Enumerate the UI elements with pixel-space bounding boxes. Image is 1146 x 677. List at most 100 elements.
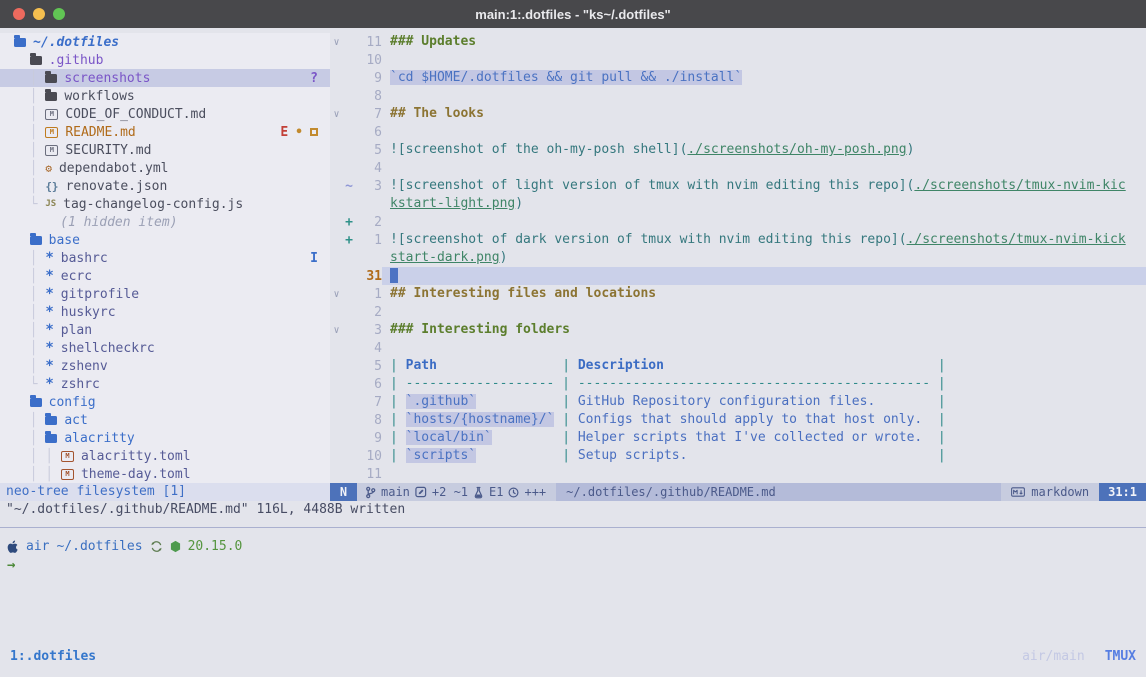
tree-item-label: gitprofile xyxy=(61,287,139,302)
tree-item-gitprofile[interactable]: │ *gitprofile xyxy=(0,285,330,303)
line-text: ## The looks xyxy=(382,105,1146,123)
indent-guide xyxy=(14,53,30,68)
indent-guide: │ │ xyxy=(14,467,61,482)
editor-line[interactable]: 8| `hosts/{hostname}/` | Configs that sh… xyxy=(330,411,1146,429)
editor-line[interactable]: 5| Path | Description | xyxy=(330,357,1146,375)
line-text xyxy=(382,51,1146,69)
tree-item--github[interactable]: .github xyxy=(0,51,330,69)
editor-line[interactable]: 9`cd $HOME/.dotfiles && git pull && ./in… xyxy=(330,69,1146,87)
indent-guide xyxy=(14,233,30,248)
tree-item-label: workflows xyxy=(64,89,134,104)
editor-line[interactable]: 31 xyxy=(330,267,1146,285)
prompt-arrow[interactable]: → xyxy=(7,556,1146,575)
tree-item-label: plan xyxy=(61,323,92,338)
file-diff-icon xyxy=(415,486,427,498)
terminal-content: ~/.dotfiles .github │ screenshots? │ wor… xyxy=(0,28,1146,677)
statusline-filepath: ~/.dotfiles/.github/README.md xyxy=(556,483,1001,501)
apple-icon xyxy=(7,540,19,554)
tree-item--dotfiles[interactable]: ~/.dotfiles xyxy=(0,33,330,51)
tree-item-label: CODE_OF_CONDUCT.md xyxy=(65,107,206,122)
tree-item-alacritty-toml[interactable]: │ │ Malacritty.toml xyxy=(0,447,330,465)
editor-line[interactable]: 11 xyxy=(330,465,1146,483)
tree-item-base[interactable]: base xyxy=(0,231,330,249)
tree-item-zshrc[interactable]: └ *zshrc xyxy=(0,375,330,393)
tree-item-readme-md[interactable]: │ MREADME.mdE• xyxy=(0,123,330,141)
tree-item-plan[interactable]: │ *plan xyxy=(0,321,330,339)
tree-item-screenshots[interactable]: │ screenshots? xyxy=(0,69,330,87)
line-number: 4 xyxy=(355,341,382,356)
editor-line[interactable]: ~3![screenshot of light version of tmux … xyxy=(330,177,1146,195)
shell-pane[interactable]: air ~/.dotfiles 20.15.0 → xyxy=(0,528,1146,575)
editor-line[interactable]: kstart-light.png) xyxy=(330,195,1146,213)
editor-line[interactable]: ∨11### Updates xyxy=(330,33,1146,51)
line-text xyxy=(382,303,1146,321)
editor-line[interactable]: +2 xyxy=(330,213,1146,231)
tree-item-act[interactable]: │ act xyxy=(0,411,330,429)
markdown-file-icon: M xyxy=(45,109,58,120)
tree-item-code-of-conduct-md[interactable]: │ MCODE_OF_CONDUCT.md xyxy=(0,105,330,123)
tmux-window-name[interactable]: 1:.dotfiles xyxy=(10,649,96,664)
editor-line[interactable]: 7| `.github` | GitHub Repository configu… xyxy=(330,393,1146,411)
tree-item-label: SECURITY.md xyxy=(65,143,151,158)
node-icon xyxy=(170,540,181,553)
tree-item-security-md[interactable]: │ MSECURITY.md xyxy=(0,141,330,159)
fold-chevron-icon[interactable]: ∨ xyxy=(330,109,343,120)
fold-chevron-icon[interactable]: ∨ xyxy=(330,325,343,336)
editor-lines[interactable]: ∨11### Updates109`cd $HOME/.dotfiles && … xyxy=(330,33,1146,483)
tree-item-label: README.md xyxy=(65,125,135,140)
tree-item-theme-day-toml[interactable]: │ │ Mtheme-day.toml xyxy=(0,465,330,483)
line-text: start-dark.png) xyxy=(382,249,1146,267)
line-number: 6 xyxy=(355,377,382,392)
editor-line[interactable]: 2 xyxy=(330,303,1146,321)
editor-line[interactable]: 9| `local/bin` | Helper scripts that I'v… xyxy=(330,429,1146,447)
tree-item-tag-changelog-config-js[interactable]: └ JStag-changelog-config.js xyxy=(0,195,330,213)
editor-line[interactable]: ∨1## Interesting files and locations xyxy=(330,285,1146,303)
git-sign: + xyxy=(343,233,355,248)
editor-line[interactable]: 10 xyxy=(330,51,1146,69)
editor-pane[interactable]: ∨11### Updates109`cd $HOME/.dotfiles && … xyxy=(330,33,1146,501)
tree-item-workflows[interactable]: │ workflows xyxy=(0,87,330,105)
tree-item-shellcheckrc[interactable]: │ *shellcheckrc xyxy=(0,339,330,357)
tree-item-alacritty[interactable]: │ alacritty xyxy=(0,429,330,447)
tree-item-label: .github xyxy=(49,53,104,68)
fold-chevron-icon[interactable]: ∨ xyxy=(330,37,343,48)
tree-item-label: dependabot.yml xyxy=(59,161,169,176)
indent-guide: │ xyxy=(14,305,45,320)
git-sign: ~ xyxy=(343,179,355,194)
fold-chevron-icon[interactable]: ∨ xyxy=(330,289,343,300)
editor-line[interactable]: +1![screenshot of dark version of tmux w… xyxy=(330,231,1146,249)
indent-guide: │ xyxy=(14,341,45,356)
tree-item-renovate-json[interactable]: │ {}renovate.json xyxy=(0,177,330,195)
editor-line[interactable]: ∨3### Interesting folders xyxy=(330,321,1146,339)
editor-line[interactable]: 8 xyxy=(330,87,1146,105)
git-sign: + xyxy=(343,215,355,230)
editor-line[interactable]: 4 xyxy=(330,159,1146,177)
branch-name: main xyxy=(381,483,410,501)
tree-item-bashrc[interactable]: │ *bashrcI xyxy=(0,249,330,267)
indent-guide: └ xyxy=(14,197,45,212)
tree-item-config[interactable]: config xyxy=(0,393,330,411)
line-text: | Path | Description | xyxy=(382,357,1146,375)
git-status-badge xyxy=(310,128,318,136)
line-text: | `.github` | GitHub Repository configur… xyxy=(382,393,1146,411)
tree-item-dependabot-yml[interactable]: │ ⚙dependabot.yml xyxy=(0,159,330,177)
markdown-file-icon: M xyxy=(45,145,58,156)
tree-item-huskyrc[interactable]: │ *huskyrc xyxy=(0,303,330,321)
editor-line[interactable]: 4 xyxy=(330,339,1146,357)
editor-line[interactable]: 10| `scripts` | Setup scripts. | xyxy=(330,447,1146,465)
git-status-badge: E xyxy=(280,125,288,140)
tree-item--1-hidden-item-[interactable]: (1 hidden item) xyxy=(0,213,330,231)
line-number: 2 xyxy=(355,215,382,230)
editor-line[interactable]: ∨7## The looks xyxy=(330,105,1146,123)
editor-line[interactable]: start-dark.png) xyxy=(330,249,1146,267)
editor-line[interactable]: 5![screenshot of the oh-my-posh shell](.… xyxy=(330,141,1146,159)
folder-icon xyxy=(30,236,42,245)
editor-line[interactable]: 6 xyxy=(330,123,1146,141)
editor-line[interactable]: 6| ------------------- | ---------------… xyxy=(330,375,1146,393)
hostname: air xyxy=(26,539,49,554)
line-text: `cd $HOME/.dotfiles && git pull && ./ins… xyxy=(382,69,1146,87)
tree-item-ecrc[interactable]: │ *ecrc xyxy=(0,267,330,285)
tree-item-zshenv[interactable]: │ *zshenv xyxy=(0,357,330,375)
star-icon: * xyxy=(45,361,53,371)
indent-guide: │ xyxy=(14,251,45,266)
